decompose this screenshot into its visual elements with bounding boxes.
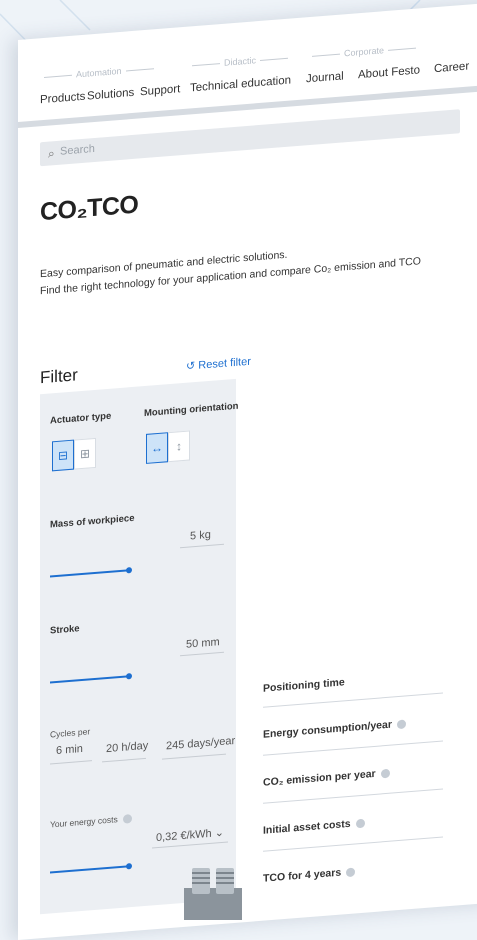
result-divider [263, 788, 443, 804]
mass-label: Mass of workpiece [50, 512, 135, 531]
actuator-type-label: Actuator type [50, 410, 112, 427]
cycles-label: Cycles per [50, 726, 91, 740]
nav-item-products[interactable]: Products [40, 91, 85, 107]
stroke-value[interactable]: 50 mm [186, 636, 220, 651]
result-positioning-time: Positioning time [263, 676, 345, 695]
filter-title: Filter [40, 365, 78, 388]
stroke-slider-handle[interactable] [126, 673, 132, 680]
electric-actuator-icon: ⊟ [57, 448, 69, 463]
actuator-pneumatic-button[interactable]: ⊞ [74, 437, 96, 470]
page-description: Easy comparison of pneumatic and electri… [40, 248, 421, 298]
pneumatic-actuator-icon: ⊞ [79, 446, 91, 462]
horizontal-arrow-icon: ↔ [151, 440, 163, 456]
days-field[interactable]: 245 days/year [166, 735, 235, 752]
chevron-down-icon: ⌄ [214, 826, 224, 840]
actuator-electric-button[interactable]: ⊟ [52, 439, 74, 472]
result-tco-4-years: TCO for 4 years [263, 865, 356, 885]
filter-panel: Actuator type Mounting orientation ⊟ ⊞ ↔… [40, 378, 239, 915]
energy-slider-track[interactable] [50, 865, 128, 874]
nav-group-didactic: Didactic [188, 52, 292, 70]
mounting-orientation-label: Mounting orientation [144, 400, 239, 420]
search-icon: ⌕ [48, 146, 55, 161]
mass-field-underline [180, 543, 224, 549]
cycles-field-underline [50, 760, 92, 765]
nav-item-journal[interactable]: Journal [306, 70, 344, 85]
nav-item-technical-education[interactable]: Technical education [190, 75, 291, 95]
energy-slider-handle[interactable] [126, 863, 132, 870]
actuator-product-image [184, 868, 242, 920]
vertical-arrow-icon: ↕ [176, 439, 182, 454]
orientation-vertical-button[interactable]: ↕ [168, 430, 190, 463]
results-panel: Positioning time Energy consumption/year… [263, 653, 477, 885]
cycles-min-field[interactable]: 6 min [56, 743, 83, 757]
browser-page: Automation Didactic Corporate Products S… [18, 2, 477, 940]
page-title: CO₂TCO [40, 190, 139, 227]
hours-field[interactable]: 20 h/day [106, 740, 148, 755]
mass-slider-track[interactable] [50, 569, 128, 578]
info-icon[interactable] [346, 867, 356, 877]
result-divider [263, 740, 443, 756]
result-energy-consumption: Energy consumption/year [263, 717, 406, 741]
result-co2-emission: CO₂ emission per year [263, 767, 390, 789]
energy-costs-select[interactable]: 0,32 €/kWh ⌄ [156, 826, 224, 844]
nav-item-support[interactable]: Support [140, 83, 180, 98]
mass-value[interactable]: 5 kg [190, 529, 211, 543]
reset-filter-button[interactable]: ↺ Reset filter [186, 355, 251, 373]
info-icon[interactable] [380, 768, 390, 779]
result-initial-asset-costs: Initial asset costs [263, 817, 365, 837]
info-icon[interactable] [396, 719, 406, 729]
nav-item-about-festo[interactable]: About Festo [358, 64, 420, 81]
energy-costs-label: Your energy costs [50, 813, 132, 830]
stroke-field-underline [180, 651, 224, 657]
nav-item-solutions[interactable]: Solutions [87, 87, 134, 103]
nav-group-corporate: Corporate [308, 42, 420, 61]
reset-icon: ↺ [186, 359, 199, 373]
hours-field-underline [102, 757, 146, 763]
mass-slider-handle[interactable] [126, 567, 132, 574]
stroke-label: Stroke [50, 623, 80, 637]
result-divider [263, 692, 443, 708]
stroke-slider-track[interactable] [50, 675, 128, 684]
info-icon[interactable] [355, 818, 365, 829]
nav-group-automation: Automation [40, 63, 158, 82]
nav-item-career[interactable]: Career [434, 60, 469, 75]
days-field-underline [162, 753, 226, 760]
result-divider [263, 836, 443, 852]
info-icon[interactable] [122, 814, 132, 825]
orientation-horizontal-button[interactable]: ↔ [146, 432, 168, 464]
